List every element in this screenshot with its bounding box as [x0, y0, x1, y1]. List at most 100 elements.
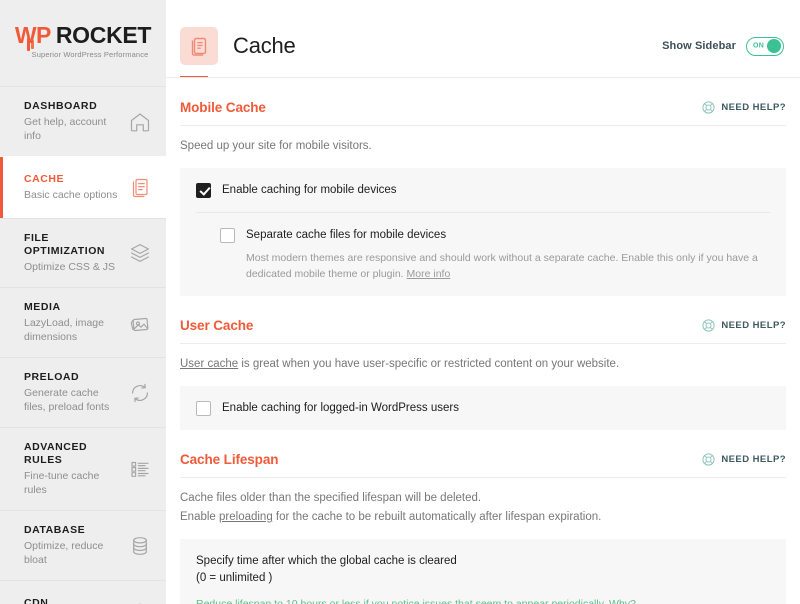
sidebar-item-text: MEDIA LazyLoad, image dimensions — [24, 301, 128, 344]
sidebar-item-title: CDN — [24, 597, 122, 604]
sidebar-item-desc: Fine-tune cache rules — [24, 469, 122, 497]
app-root: WP ROCKET Superior WordPress Performance… — [0, 0, 800, 604]
sidebar-item-text: CDNIntegrate your CDN — [24, 597, 128, 604]
section-header: Cache Lifespan NEED HELP? — [180, 452, 786, 478]
lifebuoy-icon — [702, 101, 715, 114]
lifebuoy-icon — [702, 319, 715, 332]
layers-icon — [128, 241, 152, 265]
enable-mobile-cache-label: Enable caching for mobile devices — [222, 182, 397, 198]
show-sidebar-toggle[interactable]: ON — [746, 37, 784, 56]
sidebar-item-title: ADVANCED RULES — [24, 441, 122, 467]
refresh-icon — [128, 381, 152, 405]
section-description-mobile-cache: Speed up your site for mobile visitors. — [180, 126, 786, 156]
document-icon — [128, 176, 152, 200]
sidebar-item-advanced-rules[interactable]: ADVANCED RULESFine-tune cache rules — [0, 427, 166, 510]
sidebar-item-file-optimization[interactable]: FILE OPTIMIZATION Optimize CSS & JS — [0, 218, 166, 287]
page-header: Cache Show Sidebar ON — [166, 0, 800, 70]
section-title-cache-lifespan: Cache Lifespan — [180, 452, 278, 467]
lifespan-specify-line1: Specify time after which the global cach… — [196, 555, 457, 567]
separate-cache-row[interactable]: Separate cache files for mobile devices — [220, 227, 770, 243]
lifespan-hint-text: Reduce lifespan to 10 hours or less if y… — [196, 598, 609, 604]
enable-user-cache-label: Enable caching for logged-in WordPress u… — [222, 400, 459, 416]
preloading-link[interactable]: preloading — [219, 511, 273, 523]
lifebuoy-icon — [702, 453, 715, 466]
toggle-knob — [767, 39, 781, 53]
section-header: User Cache NEED HELP? — [180, 318, 786, 344]
sidebar-item-text: FILE OPTIMIZATION Optimize CSS & JS — [24, 232, 128, 274]
sidebar-item-text: PRELOAD Generate cache files, preload fon… — [24, 371, 128, 414]
enable-user-cache-row[interactable]: Enable caching for logged-in WordPress u… — [196, 400, 770, 416]
cache-lifespan-panel: Specify time after which the global cach… — [180, 539, 786, 604]
cdn-icon — [128, 600, 152, 604]
user-cache-desc-rest: is great when you have user-specific or … — [238, 358, 619, 370]
sidebar-nav: DASHBOARD Get help, account info CACHE Basi… — [0, 86, 166, 604]
lifespan-desc-line2-pre: Enable — [180, 511, 219, 523]
lifespan-specify-label: Specify time after which the global cach… — [196, 553, 770, 587]
sidebar-item-media[interactable]: MEDIA LazyLoad, image dimensions — [0, 287, 166, 357]
section-title-user-cache: User Cache — [180, 318, 253, 333]
sidebar-item-text: DATABASE Optimize, reduce bloat — [24, 524, 128, 567]
lifespan-desc-line2-post: for the cache to be rebuilt automaticall… — [273, 511, 602, 523]
sidebar-item-title: MEDIA — [24, 301, 122, 314]
toggle-state-label: ON — [753, 43, 764, 50]
sidebar-item-title: DATABASE — [24, 524, 122, 537]
section-description-user-cache: User cache is great when you have user-s… — [180, 344, 786, 374]
photos-icon — [128, 311, 152, 335]
sidebar-item-title: CACHE — [24, 173, 122, 186]
sidebar-item-desc: Get help, account info — [24, 115, 122, 143]
settings-content: Mobile Cache NEED HELP? Speed up — [166, 78, 800, 604]
sidebar-item-desc: Basic cache options — [24, 188, 122, 202]
separate-cache-description-text: Most modern themes are responsive and sh… — [246, 252, 758, 280]
section-title-mobile-cache: Mobile Cache — [180, 100, 266, 115]
sidebar-item-database[interactable]: DATABASE Optimize, reduce bloat — [0, 510, 166, 580]
user-cache-link[interactable]: User cache — [180, 358, 238, 370]
sidebar-item-desc: Generate cache files, preload fonts — [24, 386, 122, 414]
enable-mobile-cache-checkbox[interactable] — [196, 183, 211, 198]
sidebar-item-desc: LazyLoad, image dimensions — [24, 316, 122, 344]
sidebar-item-text: CACHE Basic cache options — [24, 173, 128, 202]
enable-mobile-cache-row[interactable]: Enable caching for mobile devices — [196, 182, 770, 198]
separate-cache-description: Most modern themes are responsive and sh… — [220, 250, 770, 282]
separate-cache-block: Separate cache files for mobile devices … — [196, 212, 770, 282]
separate-cache-label: Separate cache files for mobile devices — [246, 227, 446, 243]
page-title: Cache — [233, 33, 296, 59]
sidebar-item-title: PRELOAD — [24, 371, 122, 384]
need-help-link-mobile-cache[interactable]: NEED HELP? — [702, 101, 786, 114]
brand-logo: WP ROCKET Superior WordPress Performance — [0, 0, 166, 86]
rocket-flame-icon — [27, 38, 34, 59]
enable-user-cache-checkbox[interactable] — [196, 401, 211, 416]
page-document-icon — [180, 27, 218, 65]
sidebar-toggle-group: Show Sidebar ON — [662, 37, 784, 56]
section-user-cache: User Cache NEED HELP? — [180, 296, 786, 430]
section-description-cache-lifespan: Cache files older than the specified lif… — [180, 478, 786, 527]
sidebar-item-desc: Optimize CSS & JS — [24, 260, 122, 274]
sidebar-item-text: DASHBOARD Get help, account info — [24, 100, 128, 143]
show-sidebar-label: Show Sidebar — [662, 40, 736, 52]
sidebar-item-title: DASHBOARD — [24, 100, 122, 113]
lifespan-hint: Reduce lifespan to 10 hours or less if y… — [196, 596, 770, 604]
sidebar-item-preload[interactable]: PRELOAD Generate cache files, preload fon… — [0, 357, 166, 427]
section-mobile-cache: Mobile Cache NEED HELP? Speed up — [180, 78, 786, 296]
section-cache-lifespan: Cache Lifespan NEED HELP? — [180, 430, 786, 604]
lifespan-specify-line2: (0 = unlimited ) — [196, 572, 272, 584]
need-help-label: NEED HELP? — [721, 320, 786, 331]
more-info-link[interactable]: More info — [407, 268, 451, 280]
database-icon — [128, 534, 152, 558]
need-help-label: NEED HELP? — [721, 454, 786, 465]
separate-cache-checkbox[interactable] — [220, 228, 235, 243]
sidebar-item-dashboard[interactable]: DASHBOARD Get help, account info — [0, 86, 166, 156]
sidebar-item-desc: Optimize, reduce bloat — [24, 539, 122, 567]
sidebar-item-cdn[interactable]: CDNIntegrate your CDN — [0, 580, 166, 604]
need-help-link-user-cache[interactable]: NEED HELP? — [702, 319, 786, 332]
sidebar-item-title: FILE OPTIMIZATION — [24, 232, 122, 258]
need-help-link-cache-lifespan[interactable]: NEED HELP? — [702, 453, 786, 466]
lifespan-why-link[interactable]: Why? — [609, 598, 636, 604]
logo-rocket-text: ROCKET — [56, 24, 151, 47]
mobile-cache-panel: Enable caching for mobile devices Separa… — [180, 168, 786, 296]
section-header: Mobile Cache NEED HELP? — [180, 100, 786, 126]
sidebar-item-cache[interactable]: CACHE Basic cache options — [0, 156, 166, 218]
logo-tagline: Superior WordPress Performance — [17, 50, 149, 59]
main-content: Cache Show Sidebar ON Mobile Cache — [166, 0, 800, 604]
list-icon — [128, 457, 152, 481]
need-help-label: NEED HELP? — [721, 102, 786, 113]
